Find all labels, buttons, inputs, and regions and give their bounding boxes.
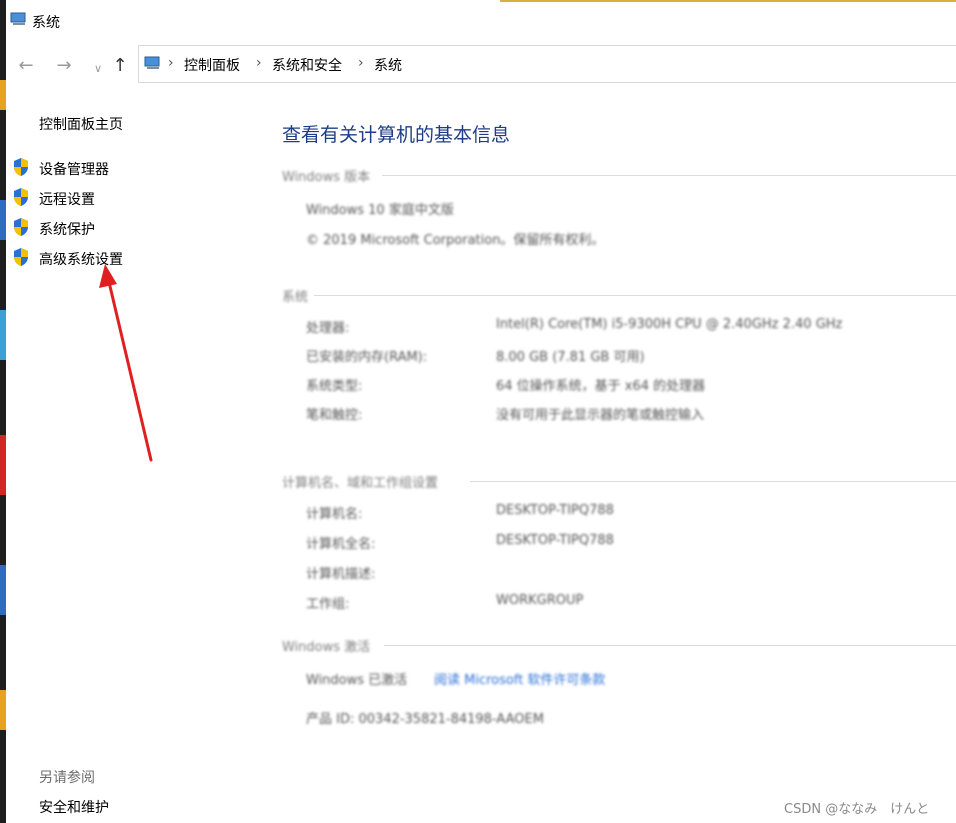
computer-full-name-label: 计算机全名: <box>306 537 376 552</box>
section-heading-computer-name: 计算机名、域和工作组设置 <box>282 476 439 491</box>
title-bar <box>6 0 956 40</box>
shield-icon <box>14 188 28 206</box>
watermark: CSDN @ななみ けんと <box>784 802 930 817</box>
breadcrumb-system[interactable]: 系统 <box>374 55 402 75</box>
see-also-heading: 另请参阅 <box>39 770 95 786</box>
window-title: 系统 <box>32 15 60 31</box>
edition-copyright: © 2019 Microsoft Corporation。保留所有权利。 <box>306 233 605 248</box>
recent-locations-button[interactable]: ∨ <box>86 59 110 79</box>
computer-name-value: DESKTOP-TIPQ788 <box>496 503 614 518</box>
section-divider <box>384 645 956 646</box>
arrow-up-icon: ↑ <box>112 55 128 76</box>
breadcrumb-separator: › <box>256 55 262 71</box>
window-edge-accent <box>500 0 956 2</box>
sidebar-item-device-manager[interactable]: 设备管理器 <box>39 159 109 179</box>
pen-touch-label: 笔和触控: <box>306 408 363 423</box>
system-type-value: 64 位操作系统，基于 x64 的处理器 <box>496 379 706 394</box>
annotation-arrow <box>99 264 153 462</box>
arrow-left-icon: ← <box>18 55 34 76</box>
ram-label: 已安装的内存(RAM): <box>306 350 428 365</box>
section-divider <box>470 481 956 482</box>
activation-status: Windows 已激活 <box>306 673 408 688</box>
processor-value: Intel(R) Core(TM) i5-9300H CPU @ 2.40GHz… <box>496 317 843 332</box>
see-also-security-maintenance-link[interactable]: 安全和维护 <box>39 797 109 817</box>
breadcrumb-separator: › <box>358 55 364 71</box>
forward-button[interactable]: → <box>52 56 76 76</box>
shield-icon <box>14 248 28 266</box>
shield-icon <box>14 158 28 176</box>
breadcrumb-system-security[interactable]: 系统和安全 <box>272 55 342 75</box>
page-title: 查看有关计算机的基本信息 <box>282 124 511 146</box>
sidebar-item-system-protection[interactable]: 系统保护 <box>39 219 95 239</box>
sidebar-item-remote-settings[interactable]: 远程设置 <box>39 189 95 209</box>
control-panel-icon <box>144 56 160 69</box>
chevron-down-icon: ∨ <box>93 62 103 75</box>
workgroup-label: 工作组: <box>306 597 350 612</box>
ram-value: 8.00 GB (7.81 GB 可用) <box>496 350 645 365</box>
license-terms-link[interactable]: 阅读 Microsoft 软件许可条款 <box>434 669 605 688</box>
up-button[interactable]: ↑ <box>108 56 132 76</box>
desktop-edge <box>0 0 6 823</box>
arrow-right-icon: → <box>56 55 72 76</box>
breadcrumb-control-panel[interactable]: 控制面板 <box>184 55 240 75</box>
product-id: 产品 ID: 00342-35821-84198-AAOEM <box>306 712 544 727</box>
computer-name-label: 计算机名: <box>306 507 363 522</box>
breadcrumb-separator: › <box>168 55 174 71</box>
computer-description-label: 计算机描述: <box>306 567 376 582</box>
computer-full-name-value: DESKTOP-TIPQ788 <box>496 533 614 548</box>
section-heading-system: 系统 <box>282 290 309 305</box>
section-divider <box>382 175 956 176</box>
processor-label: 处理器: <box>306 321 350 336</box>
back-button[interactable]: ← <box>14 56 38 76</box>
control-panel-home-link[interactable]: 控制面板主页 <box>39 114 123 134</box>
system-type-label: 系统类型: <box>306 379 363 394</box>
edition-name: Windows 10 家庭中文版 <box>306 203 454 218</box>
section-divider <box>314 295 956 296</box>
pen-touch-value: 没有可用于此显示器的笔或触控输入 <box>496 408 705 423</box>
section-heading-edition: Windows 版本 <box>282 170 371 185</box>
computer-icon <box>10 12 26 25</box>
workgroup-value: WORKGROUP <box>496 593 584 608</box>
section-heading-activation: Windows 激活 <box>282 640 371 655</box>
shield-icon <box>14 218 28 236</box>
